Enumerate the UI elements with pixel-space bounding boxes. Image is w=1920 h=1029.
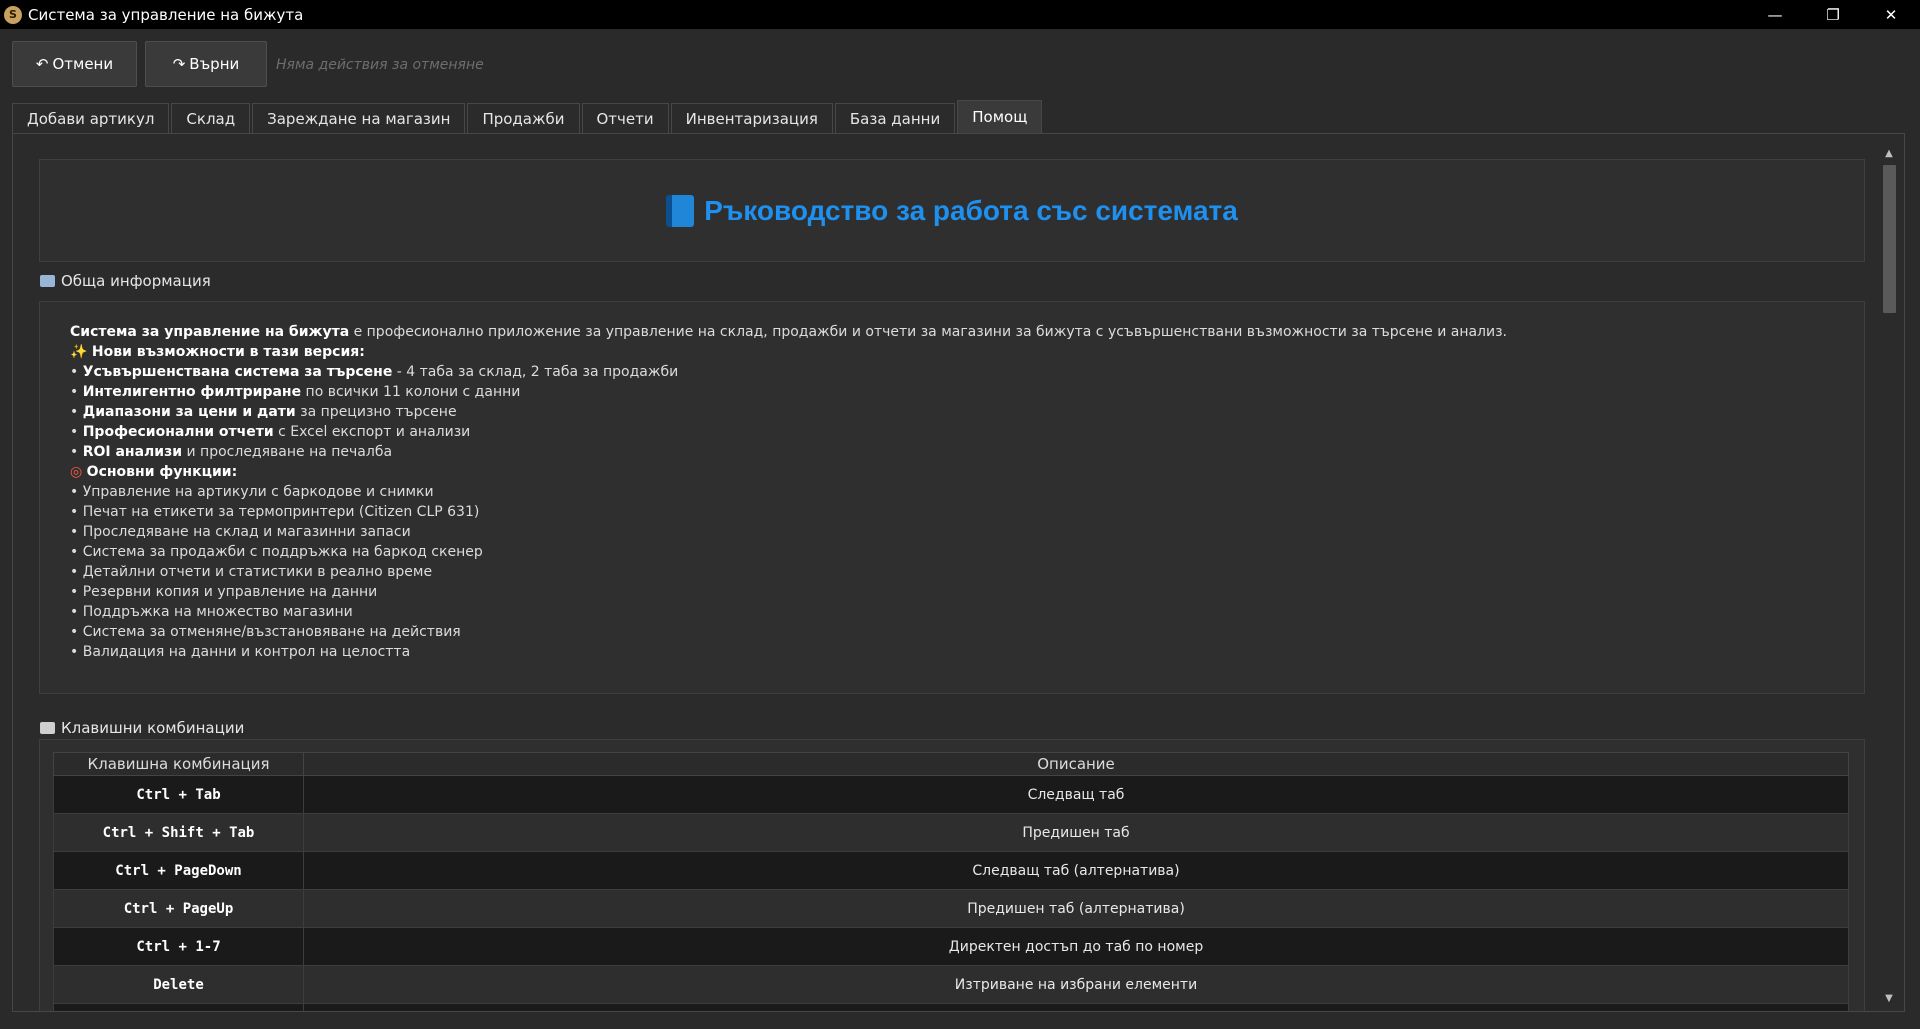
list-item: • ROI анализи и проследяване на печалба bbox=[70, 444, 393, 460]
table-row[interactable]: Ctrl + PageDown Следващ таб (алтернатива… bbox=[53, 851, 1849, 890]
undo-label: Отмени bbox=[52, 55, 114, 73]
shortcut-key bbox=[53, 1003, 304, 1011]
table-row[interactable]: Ctrl + Tab Следващ таб bbox=[53, 775, 1849, 814]
list-item: • Валидация на данни и контрол на целост… bbox=[70, 644, 411, 660]
shortcut-description bbox=[303, 1003, 1849, 1011]
list-item: • Детайлни отчети и статистики в реално … bbox=[70, 564, 433, 580]
shortcut-description: Следващ таб bbox=[303, 775, 1849, 814]
help-scroll-area[interactable]: Ръководство за работа със системата Обща… bbox=[26, 145, 1869, 1011]
shortcut-description: Предишен таб bbox=[303, 813, 1849, 852]
minimize-button[interactable]: — bbox=[1746, 0, 1804, 29]
table-row[interactable] bbox=[53, 1003, 1849, 1011]
scroll-down-arrow-icon[interactable]: ▼ bbox=[1879, 990, 1899, 1006]
shortcut-key: Delete bbox=[53, 965, 304, 1004]
toolbar: ↶ Отмени ↷ Върни Няма действия за отменя… bbox=[0, 29, 1920, 100]
intro-line: Система за управление на бижута е профес… bbox=[70, 324, 1507, 340]
tab-reports[interactable]: Отчети bbox=[581, 103, 669, 133]
window-controls: — ❐ ✕ bbox=[1746, 0, 1920, 29]
list-item: • Печат на етикети за термопринтери (Cit… bbox=[70, 504, 480, 520]
scroll-up-arrow-icon[interactable]: ▲ bbox=[1879, 145, 1899, 161]
list-item: • Резервни копия и управление на данни bbox=[70, 584, 378, 600]
table-row[interactable]: Delete Изтриване на избрани елементи bbox=[53, 965, 1849, 1004]
new-features-heading: ✨ Нови възможности в тази версия: bbox=[70, 344, 365, 360]
shortcut-key: Ctrl + 1-7 bbox=[53, 927, 304, 966]
tab-inventory[interactable]: Инвентаризация bbox=[670, 103, 833, 133]
tab-help[interactable]: Помощ bbox=[957, 100, 1043, 133]
tab-add-item[interactable]: Добави артикул bbox=[12, 103, 170, 133]
tab-store-loading[interactable]: Зареждане на магазин bbox=[252, 103, 466, 133]
main-features-heading: ◎ Основни функции: bbox=[70, 464, 238, 480]
list-item: • Диапазони за цени и дати за прецизно т… bbox=[70, 404, 457, 420]
col-header-description[interactable]: Описание bbox=[303, 752, 1849, 776]
help-header: Ръководство за работа със системата bbox=[39, 159, 1865, 262]
list-item: • Система за продажби с поддръжка на бар… bbox=[70, 544, 483, 560]
redo-icon: ↷ bbox=[172, 55, 186, 73]
help-title: Ръководство за работа със системата bbox=[704, 194, 1238, 226]
undo-button[interactable]: ↶ Отмени bbox=[12, 41, 137, 87]
title-bar: S Система за управление на бижута — ❐ ✕ bbox=[0, 0, 1920, 29]
shortcuts-label: Клавишни комбинации bbox=[40, 719, 244, 737]
tab-database[interactable]: База данни bbox=[834, 103, 956, 133]
general-info-box: Система за управление на бижута е профес… bbox=[39, 301, 1865, 694]
redo-label: Върни bbox=[189, 55, 240, 73]
shortcut-description: Изтриване на избрани елементи bbox=[303, 965, 1849, 1004]
shortcut-key: Ctrl + PageUp bbox=[53, 889, 304, 928]
keyboard-icon bbox=[40, 722, 55, 734]
maximize-button[interactable]: ❐ bbox=[1804, 0, 1862, 29]
shortcut-description: Директен достъп до таб по номер bbox=[303, 927, 1849, 966]
tab-bar: Добави артикул Склад Зареждане на магази… bbox=[12, 100, 1044, 133]
app-logo-icon: S bbox=[4, 5, 22, 24]
shortcuts-box: Клавишна комбинация Описание Ctrl + Tab … bbox=[39, 739, 1865, 1011]
undo-icon: ↶ bbox=[35, 55, 49, 73]
list-item: • Професионални отчети с Excel експорт и… bbox=[70, 424, 471, 440]
close-button[interactable]: ✕ bbox=[1862, 0, 1920, 29]
shortcut-key: Ctrl + Tab bbox=[53, 775, 304, 814]
sparkle-icon: ✨ bbox=[70, 344, 88, 360]
shortcut-key: Ctrl + Shift + Tab bbox=[53, 813, 304, 852]
list-item: • Проследяване на склад и магазинни запа… bbox=[70, 524, 411, 540]
list-item: • Интелигентно филтриране по всички 11 к… bbox=[70, 384, 521, 400]
general-info-label: Обща информация bbox=[40, 272, 211, 290]
list-item: • Поддръжка на множество магазини bbox=[70, 604, 353, 620]
shortcut-description: Следващ таб (алтернатива) bbox=[303, 851, 1849, 890]
list-item: • Система за отменяне/възстановяване на … bbox=[70, 624, 461, 640]
list-item: • Усъвършенствана система за търсене - 4… bbox=[70, 364, 679, 380]
undo-status-text: Няма действия за отменяне bbox=[276, 57, 484, 73]
shortcuts-table: Клавишна комбинация Описание Ctrl + Tab … bbox=[53, 752, 1849, 1011]
tab-sales[interactable]: Продажби bbox=[467, 103, 580, 133]
tab-warehouse[interactable]: Склад bbox=[171, 103, 251, 133]
table-header-row: Клавишна комбинация Описание bbox=[53, 752, 1849, 776]
table-row[interactable]: Ctrl + PageUp Предишен таб (алтернатива) bbox=[53, 889, 1849, 928]
vertical-scrollbar[interactable]: ▲ ▼ bbox=[1879, 145, 1899, 1006]
table-row[interactable]: Ctrl + Shift + Tab Предишен таб bbox=[53, 813, 1849, 852]
help-panel: Ръководство за работа със системата Обща… bbox=[12, 133, 1905, 1012]
info-desk-icon bbox=[40, 275, 55, 287]
redo-button[interactable]: ↷ Върни bbox=[145, 41, 267, 87]
table-row[interactable]: Ctrl + 1-7 Директен достъп до таб по ном… bbox=[53, 927, 1849, 966]
book-icon bbox=[666, 194, 695, 227]
target-icon: ◎ bbox=[70, 464, 83, 480]
shortcut-description: Предишен таб (алтернатива) bbox=[303, 889, 1849, 928]
window-title: Система за управление на бижута bbox=[28, 5, 304, 24]
col-header-key[interactable]: Клавишна комбинация bbox=[53, 752, 304, 776]
list-item: • Управление на артикули с баркодове и с… bbox=[70, 484, 434, 500]
shortcut-key: Ctrl + PageDown bbox=[53, 851, 304, 890]
scroll-thumb[interactable] bbox=[1883, 165, 1896, 313]
